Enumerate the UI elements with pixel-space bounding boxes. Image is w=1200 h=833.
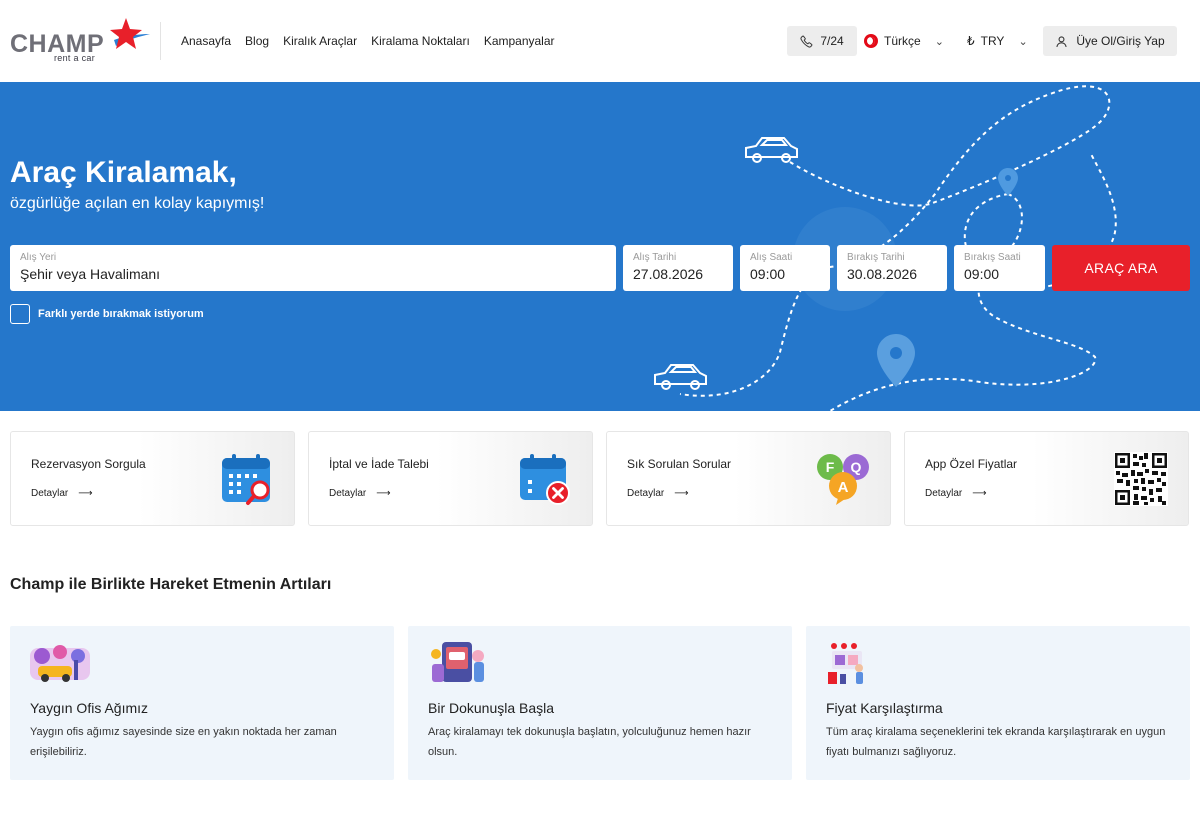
hero-title: Araç Kiralamak, bbox=[10, 156, 237, 189]
header-divider bbox=[160, 22, 161, 60]
nav-rental-cars[interactable]: Kiralık Araçlar bbox=[283, 34, 357, 48]
login-label: Üye Ol/Giriş Yap bbox=[1076, 34, 1165, 48]
different-return-checkbox[interactable] bbox=[10, 304, 30, 324]
calendar-cancel-icon bbox=[520, 454, 570, 505]
return-date-value[interactable]: 30.08.2026 bbox=[847, 266, 937, 282]
main-nav: Anasayfa Blog Kiralık Araçlar Kiralama N… bbox=[181, 34, 555, 48]
pickup-time-field[interactable]: Alış Saati 09:00 bbox=[740, 245, 830, 291]
currency-label: TRY bbox=[980, 34, 1005, 48]
language-select[interactable]: Türkçe ⌄ bbox=[863, 26, 945, 56]
pickup-date-value[interactable]: 27.08.2026 bbox=[633, 266, 723, 282]
location-pin-large-icon bbox=[877, 334, 915, 387]
details-link[interactable]: Detaylar ⟶ bbox=[329, 488, 391, 499]
chevron-down-icon: ⌄ bbox=[1018, 35, 1028, 48]
svg-text:F: F bbox=[826, 459, 835, 475]
user-icon bbox=[1056, 35, 1068, 47]
turkey-flag-icon bbox=[864, 34, 878, 48]
card-title: App Özel Fiyatlar bbox=[925, 457, 1018, 471]
return-time-label: Bırakış Saati bbox=[964, 252, 1021, 263]
feature-card-one-touch: Bir Dokunuşla Başla Araç kiralamayı tek … bbox=[408, 626, 792, 780]
calendar-search-icon bbox=[222, 454, 270, 505]
chevron-down-icon: ⌄ bbox=[934, 35, 944, 48]
phone-icon bbox=[800, 35, 813, 48]
different-return-label: Farklı yerde bırakmak istiyorum bbox=[38, 308, 204, 320]
return-date-label: Bırakış Tarihi bbox=[847, 252, 905, 263]
card-title: İptal ve İade Talebi bbox=[329, 457, 429, 471]
details-label: Detaylar bbox=[329, 488, 367, 499]
logo-star-icon bbox=[110, 18, 150, 49]
login-register-button[interactable]: Üye Ol/Giriş Yap bbox=[1043, 26, 1177, 56]
site-header: CHAMP rent a car Anasayfa Blog Kiralık A… bbox=[0, 0, 1200, 82]
arrow-right-icon: ⟶ bbox=[78, 488, 93, 499]
pickup-time-value[interactable]: 09:00 bbox=[750, 266, 820, 282]
feature-title: Bir Dokunuşla Başla bbox=[428, 700, 555, 716]
champ-logo[interactable]: CHAMP rent a car bbox=[10, 18, 150, 64]
one-touch-illustration-icon bbox=[431, 642, 484, 682]
phone-support-button[interactable]: 7/24 bbox=[787, 26, 857, 56]
return-date-field[interactable]: Bırakış Tarihi 30.08.2026 bbox=[837, 245, 947, 291]
hero-search-section: Araç Kiralamak, özgürlüğe açılan en kola… bbox=[0, 82, 1200, 411]
benefits-heading: Champ ile Birlikte Hareket Etmenin Artıl… bbox=[10, 576, 332, 593]
return-time-field[interactable]: Bırakış Saati 09:00 bbox=[954, 245, 1045, 291]
nav-rental-locations[interactable]: Kiralama Noktaları bbox=[371, 34, 470, 48]
details-label: Detaylar bbox=[31, 488, 69, 499]
details-link[interactable]: Detaylar ⟶ bbox=[31, 488, 93, 499]
language-label: Türkçe bbox=[884, 34, 921, 48]
logo-tagline: rent a car bbox=[54, 53, 96, 63]
office-network-illustration-icon bbox=[30, 645, 90, 682]
qr-code-icon bbox=[1114, 452, 1168, 506]
pickup-date-field[interactable]: Alış Tarihi 27.08.2026 bbox=[623, 245, 733, 291]
faq-icon: F Q A bbox=[817, 454, 869, 505]
feature-title: Fiyat Karşılaştırma bbox=[826, 700, 943, 716]
price-compare-illustration-icon bbox=[828, 643, 863, 684]
different-return-option[interactable]: Farklı yerde bırakmak istiyorum bbox=[10, 304, 204, 324]
feature-description: Araç kiralamayı tek dokunuşla başlatın, … bbox=[428, 726, 751, 758]
feature-description: Tüm araç kiralama seçeneklerini tek ekra… bbox=[826, 726, 1166, 758]
pickup-date-label: Alış Tarihi bbox=[633, 252, 677, 263]
feature-title: Yaygın Ofis Ağımız bbox=[30, 700, 149, 716]
return-time-value[interactable]: 09:00 bbox=[964, 266, 1035, 282]
feature-card-price-compare: Fiyat Karşılaştırma Tüm araç kiralama se… bbox=[806, 626, 1190, 780]
cancel-refund-card[interactable]: İptal ve İade Talebi Detaylar ⟶ bbox=[308, 431, 593, 526]
currency-select[interactable]: ₺ TRY ⌄ bbox=[967, 26, 1033, 56]
hero-subtitle: özgürlüğe açılan en kolay kapıymış! bbox=[10, 195, 265, 212]
app-prices-card[interactable]: App Özel Fiyatlar Detaylar ⟶ bbox=[904, 431, 1189, 526]
arrow-right-icon: ⟶ bbox=[376, 488, 391, 499]
details-label: Detaylar bbox=[627, 488, 665, 499]
arrow-right-icon: ⟶ bbox=[674, 488, 689, 499]
nav-blog[interactable]: Blog bbox=[245, 34, 269, 48]
lira-icon: ₺ bbox=[967, 34, 975, 48]
nav-campaigns[interactable]: Kampanyalar bbox=[484, 34, 555, 48]
pickup-time-label: Alış Saati bbox=[750, 252, 793, 263]
phone-label: 7/24 bbox=[820, 34, 844, 48]
pickup-location-label: Alış Yeri bbox=[20, 252, 57, 263]
reservation-query-card[interactable]: Rezervasyon Sorgula Detaylar ⟶ bbox=[10, 431, 295, 526]
car-bottom-icon bbox=[654, 364, 707, 390]
svg-text:A: A bbox=[838, 479, 849, 496]
details-label: Detaylar bbox=[925, 488, 963, 499]
arrow-right-icon: ⟶ bbox=[972, 488, 987, 499]
nav-home[interactable]: Anasayfa bbox=[181, 34, 231, 48]
car-top-icon bbox=[745, 137, 798, 163]
pickup-location-field[interactable]: Alış Yeri Şehir veya Havalimanı bbox=[10, 245, 616, 291]
card-title: Sık Sorulan Sorular bbox=[627, 457, 732, 471]
details-link[interactable]: Detaylar ⟶ bbox=[627, 488, 689, 499]
svg-text:Q: Q bbox=[851, 459, 862, 475]
card-title: Rezervasyon Sorgula bbox=[31, 457, 146, 471]
search-car-button[interactable]: ARAÇ ARA bbox=[1052, 245, 1190, 291]
pickup-location-input[interactable]: Şehir veya Havalimanı bbox=[20, 266, 606, 282]
location-pin-small-icon bbox=[998, 168, 1018, 196]
faq-card[interactable]: Sık Sorulan Sorular Detaylar ⟶ F Q A bbox=[606, 431, 891, 526]
details-link[interactable]: Detaylar ⟶ bbox=[925, 488, 987, 499]
feature-card-office-network: Yaygın Ofis Ağımız Yaygın ofis ağımız sa… bbox=[10, 626, 394, 780]
feature-description: Yaygın ofis ağımız sayesinde size en yak… bbox=[30, 726, 337, 758]
